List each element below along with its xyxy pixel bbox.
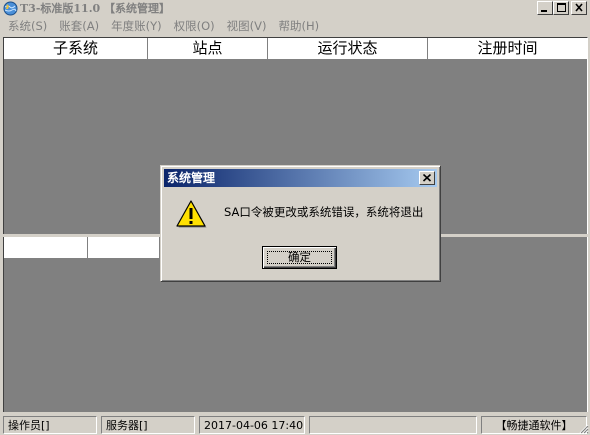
resize-grip-icon[interactable] [577, 422, 589, 434]
status-operator: 操作员[] [3, 416, 97, 434]
app-globe-icon [3, 1, 18, 16]
window-title: T3-标准版11.0 【系统管理】 [20, 2, 171, 15]
menu-account-set[interactable]: 账套(A) [53, 18, 105, 35]
grid-header: 子系统 站点 运行状态 注册时间 [4, 38, 587, 60]
column-header-status[interactable]: 运行状态 [268, 38, 428, 59]
menu-annual-account[interactable]: 年度账(Y) [105, 18, 168, 35]
minimize-button[interactable] [537, 1, 553, 15]
minimize-icon [541, 10, 547, 12]
column-header-subsystem[interactable]: 子系统 [4, 38, 148, 59]
close-icon [423, 174, 432, 182]
status-datetime: 2017-04-06 17:40 [199, 416, 305, 434]
close-icon [575, 3, 583, 12]
close-button[interactable] [571, 1, 587, 15]
dialog-title: 系统管理 [167, 171, 216, 185]
ok-button-label: 确定 [288, 250, 311, 264]
status-bar: 操作员[] 服务器[] 2017-04-06 17:40 【畅捷通软件】 [0, 414, 590, 435]
warning-icon [176, 200, 207, 228]
task-column-header[interactable] [88, 237, 160, 259]
main-window: T3-标准版11.0 【系统管理】 系统(S) 账套(A) 年度账(Y) 权限(… [0, 0, 590, 435]
system-management-dialog: 系统管理 SA口令被更改或系统错误，系统将退出 确定 [160, 165, 441, 282]
menu-permission[interactable]: 权限(O) [168, 18, 221, 35]
maximize-button[interactable] [553, 1, 569, 15]
status-server: 服务器[] [101, 416, 195, 434]
column-header-site[interactable]: 站点 [148, 38, 268, 59]
dialog-close-button[interactable] [419, 171, 435, 185]
title-bar[interactable]: T3-标准版11.0 【系统管理】 [0, 0, 590, 17]
menu-help[interactable]: 帮助(H) [273, 18, 326, 35]
column-header-register-time[interactable]: 注册时间 [428, 38, 587, 59]
status-brand: 【畅捷通软件】 [481, 416, 587, 434]
status-empty [309, 416, 477, 434]
maximize-icon [557, 3, 566, 12]
menu-view[interactable]: 视图(V) [221, 18, 273, 35]
ok-button[interactable]: 确定 [262, 246, 337, 269]
task-column-header[interactable] [4, 237, 88, 259]
dialog-title-bar[interactable]: 系统管理 [164, 169, 437, 187]
menu-system[interactable]: 系统(S) [0, 18, 53, 35]
dialog-message: SA口令被更改或系统错误，系统将退出 [224, 205, 424, 219]
menu-bar: 系统(S) 账套(A) 年度账(Y) 权限(O) 视图(V) 帮助(H) [0, 18, 590, 35]
